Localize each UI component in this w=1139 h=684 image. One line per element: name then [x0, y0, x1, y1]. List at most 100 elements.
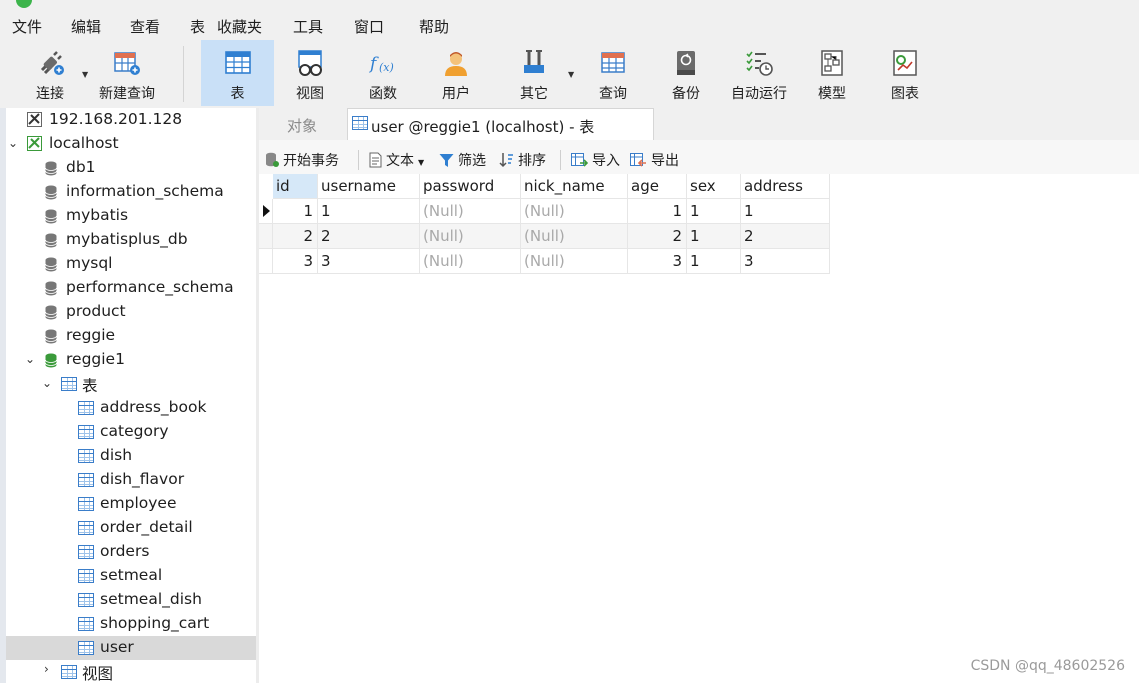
column-header-nick-name[interactable]: nick_name	[521, 174, 628, 199]
tree-db-reggie1[interactable]: ⌄ reggie1	[6, 348, 256, 372]
tree-connection-localhost[interactable]: ⌄ localhost	[6, 132, 256, 156]
tree-db-performance-schema[interactable]: performance_schema	[6, 276, 256, 300]
backup-button[interactable]: 备份	[656, 40, 716, 106]
grid-toolbar-divider	[358, 150, 359, 170]
query-button[interactable]: 查询	[583, 40, 643, 106]
import-button[interactable]: 导入	[571, 150, 620, 170]
table-label: 表	[230, 86, 245, 102]
new-query-button[interactable]: 新建查询	[94, 40, 160, 106]
chevron-down-icon[interactable]: ⌄	[25, 352, 35, 366]
tree-table-setmeal[interactable]: setmeal	[6, 564, 256, 588]
tab-objects[interactable]: 对象	[259, 108, 347, 140]
tree-table-setmeal-dish[interactable]: setmeal_dish	[6, 588, 256, 612]
column-header-age[interactable]: age	[628, 174, 687, 199]
table-cell[interactable]: 2	[273, 224, 318, 249]
automation-button[interactable]: 自动运行	[726, 40, 792, 106]
text-dropdown-icon[interactable]: ▼	[418, 158, 424, 167]
chevron-down-icon[interactable]: ⌄	[42, 376, 52, 390]
tree-folder-tables[interactable]: ⌄ 表	[6, 372, 256, 396]
tree-table-category[interactable]: category	[6, 420, 256, 444]
view-button[interactable]: 视图	[280, 40, 340, 106]
connect-button[interactable]: 连接	[24, 40, 76, 106]
user-button[interactable]: 用户	[426, 40, 486, 106]
tree-db-reggie[interactable]: reggie	[6, 324, 256, 348]
column-header-id[interactable]: id	[273, 174, 318, 199]
export-button[interactable]: 导出	[630, 150, 679, 170]
tree-db-db1[interactable]: db1	[6, 156, 256, 180]
tree-db-mysql[interactable]: mysql	[6, 252, 256, 276]
tree-table-employee[interactable]: employee	[6, 492, 256, 516]
table-cell[interactable]: 3	[273, 249, 318, 274]
table-cell[interactable]: 1	[273, 199, 318, 224]
menu-view[interactable]: 查看	[130, 16, 160, 37]
grid-toolbar: 开始事务 文本 ▼ 筛选 排序 导入 导出	[259, 140, 1139, 174]
text-view-button[interactable]: 文本 ▼	[369, 150, 424, 170]
table-cell[interactable]: 1	[741, 199, 830, 224]
chevron-right-icon[interactable]: ›	[44, 662, 49, 676]
tree-label: information_schema	[66, 182, 224, 200]
table-cell[interactable]: 1	[687, 199, 741, 224]
tree-table-address-book[interactable]: address_book	[6, 396, 256, 420]
tree-table-dish-flavor[interactable]: dish_flavor	[6, 468, 256, 492]
main-toolbar: 连接 ▼ 新建查询 表 视图 f (x) 函数 用户 其它 ▼ 查询 备份 自动…	[0, 40, 1139, 109]
tree-label: 192.168.201.128	[49, 110, 183, 128]
connect-dropdown-icon[interactable]: ▼	[82, 70, 88, 79]
other-dropdown-icon[interactable]: ▼	[568, 70, 574, 79]
tree-db-mybatisplus-db[interactable]: mybatisplus_db	[6, 228, 256, 252]
table-button[interactable]: 表	[201, 40, 274, 106]
table-cell[interactable]: (Null)	[521, 199, 628, 224]
model-button[interactable]: 模型	[802, 40, 862, 106]
tree-connection-remote[interactable]: 192.168.201.128	[6, 108, 256, 132]
tree-table-orders[interactable]: orders	[6, 540, 256, 564]
table-cell[interactable]: 2	[741, 224, 830, 249]
column-header-address[interactable]: address	[741, 174, 830, 199]
table-cell[interactable]: 1	[318, 199, 420, 224]
menu-tools[interactable]: 工具	[293, 16, 323, 37]
table-cell[interactable]: 1	[687, 249, 741, 274]
chevron-down-icon[interactable]: ⌄	[8, 136, 18, 150]
sort-button[interactable]: 排序	[499, 150, 546, 170]
menu-help[interactable]: 帮助	[419, 16, 449, 37]
tree-folder-views[interactable]: › 视图	[6, 660, 256, 684]
menu-edit[interactable]: 编辑	[71, 16, 101, 37]
begin-transaction-button[interactable]: 开始事务	[265, 150, 339, 170]
menu-table[interactable]: 表	[190, 16, 205, 37]
import-icon	[571, 153, 588, 167]
menu-window[interactable]: 窗口	[354, 16, 384, 37]
table-cell[interactable]: 3	[628, 249, 687, 274]
table-cell[interactable]: 2	[318, 224, 420, 249]
text-label: 文本	[386, 153, 414, 169]
row-header[interactable]	[259, 199, 273, 224]
column-header-sex[interactable]: sex	[687, 174, 741, 199]
table-cell[interactable]: (Null)	[420, 224, 521, 249]
column-header-password[interactable]: password	[420, 174, 521, 199]
row-header[interactable]	[259, 249, 273, 274]
tab-user-table[interactable]: user @reggie1 (localhost) - 表	[347, 108, 654, 140]
filter-button[interactable]: 筛选	[439, 150, 486, 170]
other-button[interactable]: 其它	[504, 40, 564, 106]
table-cell[interactable]: 2	[628, 224, 687, 249]
row-header[interactable]	[259, 224, 273, 249]
table-cell[interactable]: (Null)	[521, 224, 628, 249]
column-header-username[interactable]: username	[318, 174, 420, 199]
automation-label: 自动运行	[731, 86, 787, 102]
tree-table-order-detail[interactable]: order_detail	[6, 516, 256, 540]
table-icon	[78, 425, 94, 439]
menu-file[interactable]: 文件	[12, 16, 42, 37]
table-cell[interactable]: 1	[628, 199, 687, 224]
tree-db-product[interactable]: product	[6, 300, 256, 324]
table-cell[interactable]: (Null)	[521, 249, 628, 274]
menu-favorites[interactable]: 收藏夹	[217, 16, 262, 37]
tree-table-shopping-cart[interactable]: shopping_cart	[6, 612, 256, 636]
table-cell[interactable]: (Null)	[420, 249, 521, 274]
function-button[interactable]: f (x) 函数	[353, 40, 413, 106]
chart-button[interactable]: 图表	[875, 40, 935, 106]
table-cell[interactable]: 3	[318, 249, 420, 274]
tree-db-information-schema[interactable]: information_schema	[6, 180, 256, 204]
tree-table-user[interactable]: user	[6, 636, 256, 660]
table-cell[interactable]: (Null)	[420, 199, 521, 224]
table-cell[interactable]: 1	[687, 224, 741, 249]
tree-db-mybatis[interactable]: mybatis	[6, 204, 256, 228]
tree-table-dish[interactable]: dish	[6, 444, 256, 468]
table-cell[interactable]: 3	[741, 249, 830, 274]
